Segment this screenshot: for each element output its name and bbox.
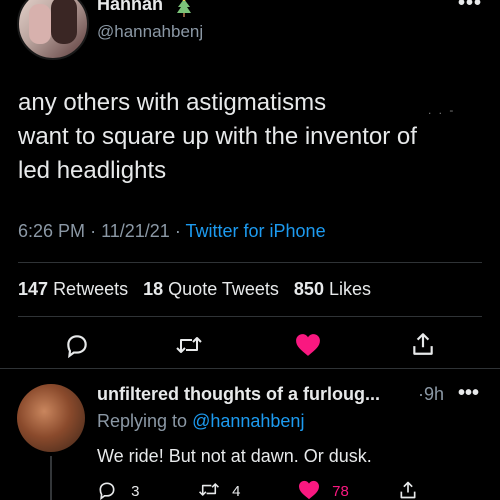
divider [0, 368, 500, 369]
reply-time[interactable]: ·9h [418, 384, 444, 405]
more-options-button[interactable]: ••• [458, 0, 482, 15]
tweet-text-line: led headlights [18, 157, 167, 184]
reply-reply-button[interactable]: 3 [97, 480, 140, 500]
retweet-icon [199, 483, 219, 496]
tweet-text-line: any others with astigmatisms [18, 89, 327, 116]
author-name[interactable]: Hannah [97, 0, 163, 15]
reply-like-button[interactable]: 78 [298, 480, 349, 500]
heart-icon [299, 480, 319, 500]
reply-share-button[interactable] [398, 480, 418, 500]
tweet-text-line: want to square up with the inventor of [18, 123, 417, 150]
retweet-button[interactable] [175, 333, 203, 362]
reply-author-name[interactable]: unfiltered thoughts of a furloug... [97, 384, 380, 405]
quotes-count: 18 [143, 279, 164, 299]
reply-text: We ride! But not at dawn. Or dusk. [97, 446, 372, 466]
reply-retweet-count: 4 [232, 483, 241, 500]
divider [18, 262, 482, 263]
divider [18, 316, 482, 317]
retweets-stat[interactable]: 147 Retweets [18, 279, 138, 299]
quotes-label: Quote Tweets [168, 279, 279, 299]
reply-author-avatar[interactable] [17, 384, 85, 452]
likes-stat[interactable]: 850 Likes [294, 279, 381, 299]
author-handle[interactable]: @hannahbenj [97, 22, 203, 42]
reply-like-count: 78 [332, 483, 349, 500]
tweet-stats: 147 Retweets 18 Quote Tweets 850 Likes [18, 279, 381, 300]
reply-icon [67, 335, 87, 359]
likes-label: Likes [328, 279, 372, 299]
quotes-stat[interactable]: 18 Quote Tweets [143, 279, 289, 299]
christmas-tree-icon [176, 0, 192, 23]
tweet-source-link[interactable]: Twitter for iPhone [186, 221, 326, 241]
replying-handle-link[interactable]: @hannahbenj [192, 411, 304, 431]
reply-retweet-button[interactable]: 4 [198, 480, 241, 500]
heart-icon [296, 334, 320, 356]
reply-icon [99, 482, 115, 500]
image-artifact: . . - [428, 103, 456, 117]
reply-more-options-button[interactable]: ••• [458, 382, 479, 405]
share-icon [413, 333, 433, 355]
author-avatar[interactable] [17, 0, 89, 60]
tweet-date[interactable]: 11/21/21 [101, 221, 170, 241]
tweet-text: any others with astigmatisms want to squ… [18, 86, 488, 188]
retweets-label: Retweets [53, 279, 129, 299]
meta-separator: · [90, 221, 97, 241]
reply-button[interactable] [64, 332, 90, 363]
tweet-time[interactable]: 6:26 PM [18, 221, 85, 241]
like-button[interactable] [295, 333, 321, 362]
likes-count: 850 [293, 279, 324, 299]
thread-line [50, 456, 52, 500]
retweet-icon [176, 337, 202, 353]
retweets-count: 147 [18, 279, 49, 299]
meta-separator: · [174, 221, 181, 241]
reply-reply-count: 3 [131, 483, 140, 500]
tweet-meta: 6:26 PM · 11/21/21 · Twitter for iPhone [18, 221, 326, 242]
replying-to: Replying to @hannahbenj [97, 411, 304, 432]
share-button[interactable] [410, 331, 436, 362]
replying-prefix: Replying to [97, 411, 188, 431]
share-icon [400, 481, 416, 499]
